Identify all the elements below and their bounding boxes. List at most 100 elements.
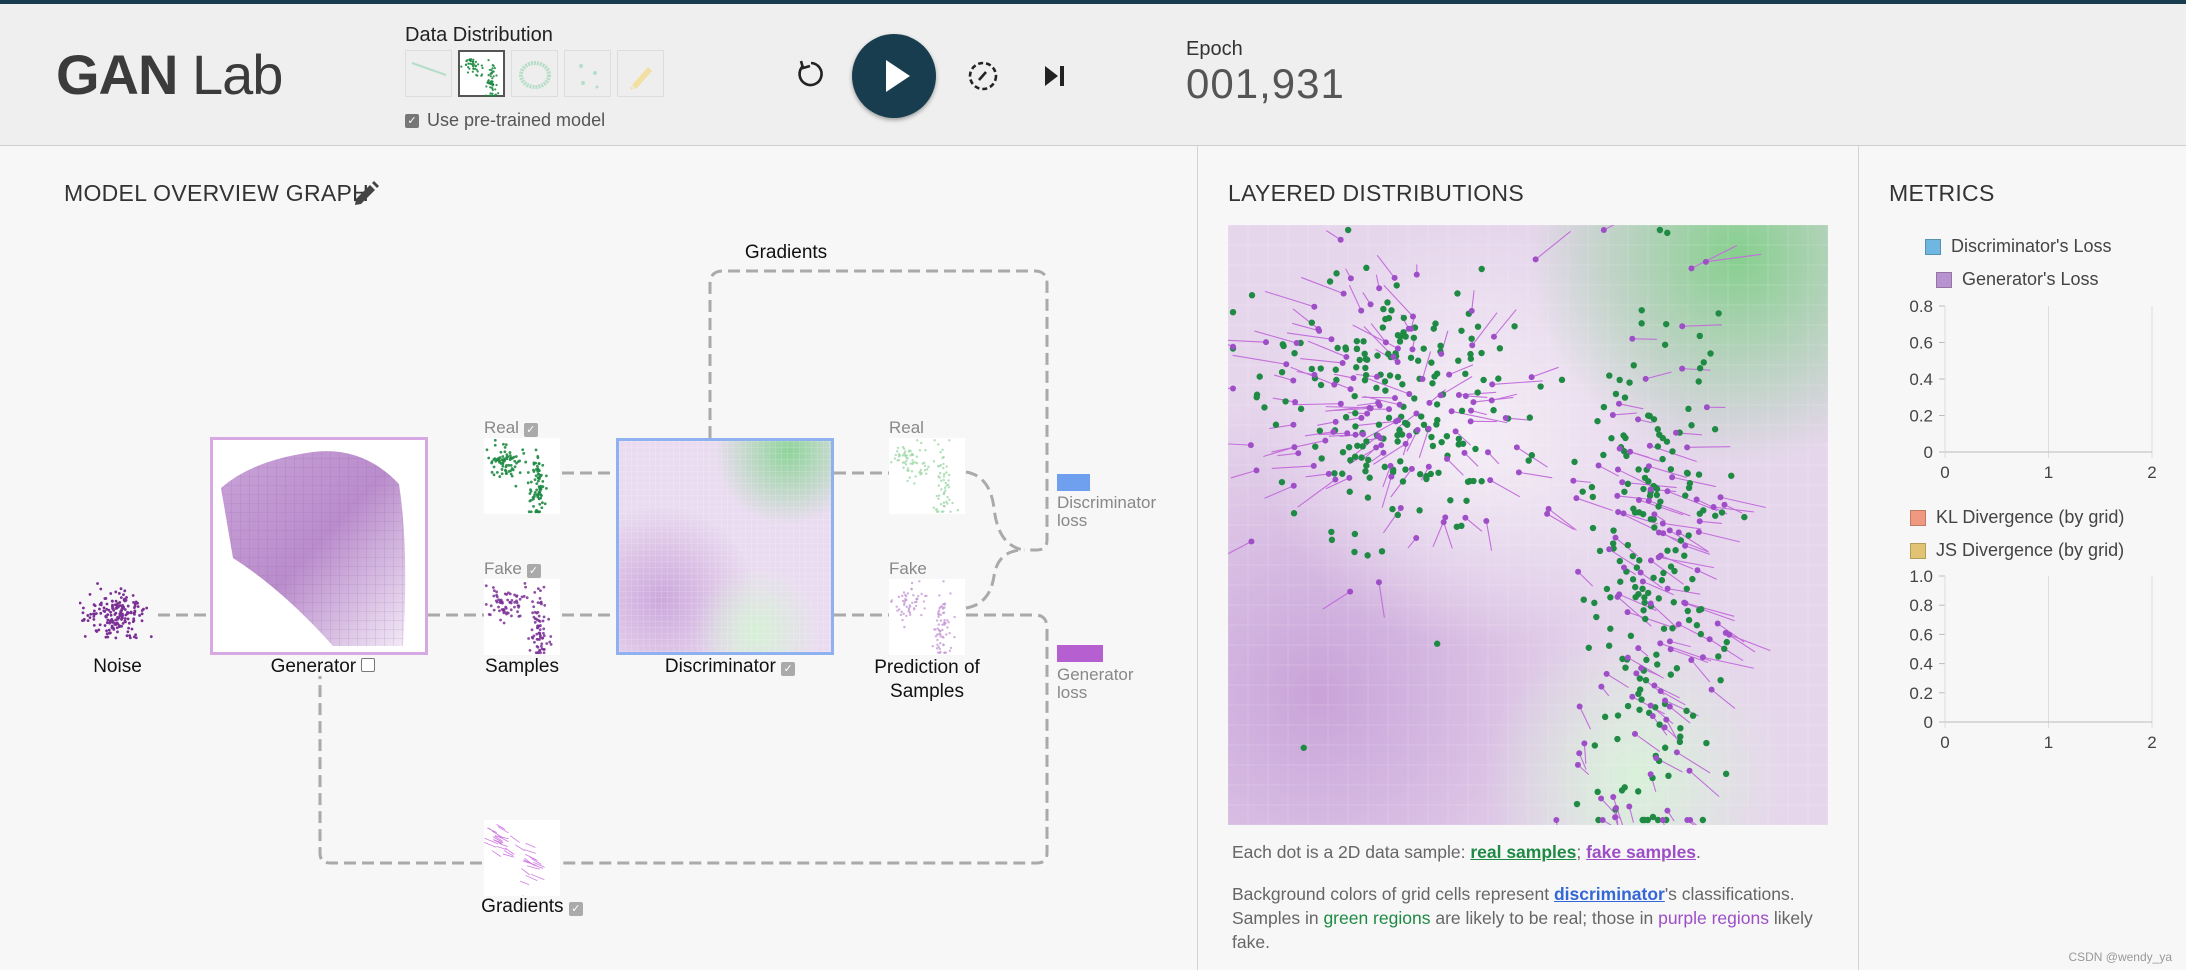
noise-dot <box>107 628 111 632</box>
fake-dot <box>1664 585 1671 592</box>
fake-dot <box>1616 445 1623 452</box>
sample-dot <box>508 451 512 454</box>
noise-dot <box>108 631 112 635</box>
sample-dot <box>497 605 500 609</box>
sample-dot <box>541 479 545 483</box>
sample-dot <box>549 642 553 646</box>
fake-dot <box>1657 640 1664 647</box>
sample-dot <box>937 497 940 500</box>
sample-dot <box>503 445 507 449</box>
fake-dot <box>1373 444 1380 451</box>
real-dot <box>1356 356 1363 364</box>
sample-dot <box>925 594 928 598</box>
real-dot <box>1434 416 1441 424</box>
real-dot <box>1656 226 1664 234</box>
distribution-gaussian-dots-button[interactable] <box>564 50 611 97</box>
sample-dot <box>513 459 517 463</box>
reset-icon[interactable] <box>793 56 829 97</box>
slow-motion-icon[interactable] <box>965 58 1001 99</box>
fake-checkbox-1[interactable]: ✓ <box>526 564 541 578</box>
sample-dot <box>493 438 497 442</box>
sample-dot <box>501 464 505 468</box>
sample-dot <box>897 595 901 599</box>
real-dot <box>1312 443 1319 450</box>
real-dot <box>1609 540 1617 547</box>
fake-dot <box>1598 683 1605 690</box>
real-dot <box>1342 346 1350 353</box>
real-dot <box>1601 713 1609 721</box>
real-dot <box>1683 707 1690 715</box>
sample-dot <box>940 488 943 491</box>
real-dot <box>1455 435 1463 443</box>
distribution-line-button[interactable] <box>405 50 452 97</box>
sample-dot <box>908 476 911 479</box>
sample-dot <box>534 461 538 465</box>
real-dot <box>1636 557 1643 564</box>
y-tick-label: 0.8 <box>1909 596 1933 615</box>
generator-checkbox[interactable] <box>361 658 376 672</box>
sample-dot <box>500 472 504 476</box>
distribution-two-clusters-button[interactable] <box>458 50 505 97</box>
distribution-draw-button[interactable] <box>617 50 664 97</box>
real-dot <box>1478 478 1485 485</box>
discriminator-checkbox[interactable]: ✓ <box>781 662 796 676</box>
real-dot <box>1416 471 1424 478</box>
green-regions-text: green regions <box>1323 908 1431 928</box>
play-button[interactable] <box>852 34 936 118</box>
real-dot <box>1614 712 1622 719</box>
real-checkbox-1[interactable]: ✓ <box>523 423 538 437</box>
noise-dot <box>116 602 120 605</box>
gradients-top-label: Gradients <box>744 242 828 263</box>
noise-dot <box>89 612 93 616</box>
layered-distribution-canvas[interactable] <box>1228 225 1828 825</box>
sample-dot <box>518 597 522 601</box>
noise-dot <box>103 624 107 627</box>
fake-dot <box>1311 371 1318 378</box>
gradient-line <box>497 826 509 834</box>
sample-dot <box>491 83 494 87</box>
distribution-ring-button[interactable] <box>511 50 558 97</box>
fake-samples-link[interactable]: fake samples <box>1586 842 1696 862</box>
fake-dot <box>1553 817 1560 823</box>
gradients-checkbox[interactable]: ✓ <box>568 902 583 916</box>
real-dot <box>1612 390 1620 398</box>
sample-dot <box>947 479 950 482</box>
y-tick-label: 0.6 <box>1909 334 1933 353</box>
real-dot <box>1665 772 1672 780</box>
noise-dot <box>114 590 118 594</box>
sample-dot <box>480 74 483 77</box>
sample-dot <box>937 443 940 446</box>
real-dot <box>1400 329 1407 336</box>
sample-dot <box>521 448 525 452</box>
sample-dot <box>906 592 910 595</box>
sample-dot <box>518 459 522 463</box>
fake-dot <box>1649 713 1656 720</box>
noise-dot <box>91 612 95 616</box>
real-dot <box>1606 372 1613 379</box>
real-dot <box>1661 341 1669 348</box>
real-dot <box>1707 350 1714 357</box>
real-dot <box>1326 278 1334 285</box>
real-dot <box>1636 686 1644 693</box>
step-icon[interactable] <box>1041 62 1069 95</box>
noise-dot <box>92 614 96 618</box>
sample-dot <box>499 450 503 454</box>
sample-dot <box>947 483 950 486</box>
sample-dot <box>943 491 946 494</box>
sample-dot <box>492 589 496 593</box>
real-dot <box>1402 466 1409 473</box>
pretrained-toggle[interactable]: ✓ Use pre-trained model <box>405 110 605 131</box>
discriminator-link[interactable]: discriminator <box>1554 884 1665 904</box>
sample-dot <box>533 620 537 624</box>
sample-dot <box>939 619 943 622</box>
real-dot <box>1447 497 1454 504</box>
discriminator-node[interactable] <box>616 438 834 655</box>
real-samples-link[interactable]: real samples <box>1470 842 1576 862</box>
pretrained-checkbox[interactable]: ✓ <box>405 113 419 128</box>
fake-dot <box>1639 578 1646 585</box>
generator-node[interactable] <box>210 437 428 655</box>
sample-dot <box>935 510 939 513</box>
real-dot <box>1478 349 1485 357</box>
noise-dot <box>129 610 133 614</box>
real-dot <box>1478 265 1485 273</box>
